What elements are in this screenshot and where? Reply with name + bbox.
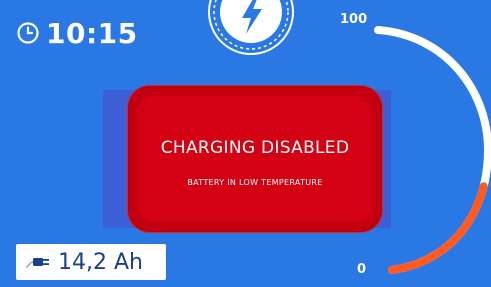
plug-icon [25, 258, 49, 268]
alert-subtitle: BATTERY IN LOW TEMPERATURE [187, 178, 323, 187]
gauge-min-label: 0 [357, 262, 367, 277]
charging-badge [208, 0, 294, 55]
charging-disabled-alert: CHARGING DISABLED BATTERY IN LOW TEMPERA… [128, 86, 382, 232]
clock-time: 10:15 [46, 16, 138, 50]
capacity-readout: 14,2 Ah [16, 244, 166, 280]
alert-inner: CHARGING DISABLED BATTERY IN LOW TEMPERA… [138, 96, 372, 222]
clock: 10:15 [16, 16, 138, 50]
gauge-max-label: 100 [340, 12, 368, 27]
capacity-value: 14,2 Ah [58, 249, 143, 275]
clock-icon [17, 22, 39, 44]
alert-title: CHARGING DISABLED [160, 138, 350, 158]
dashboard-screen: 10:15 100 0 CHARGING DISABLED BATTERY IN… [0, 0, 491, 287]
battery-level-arc [374, 26, 491, 274]
